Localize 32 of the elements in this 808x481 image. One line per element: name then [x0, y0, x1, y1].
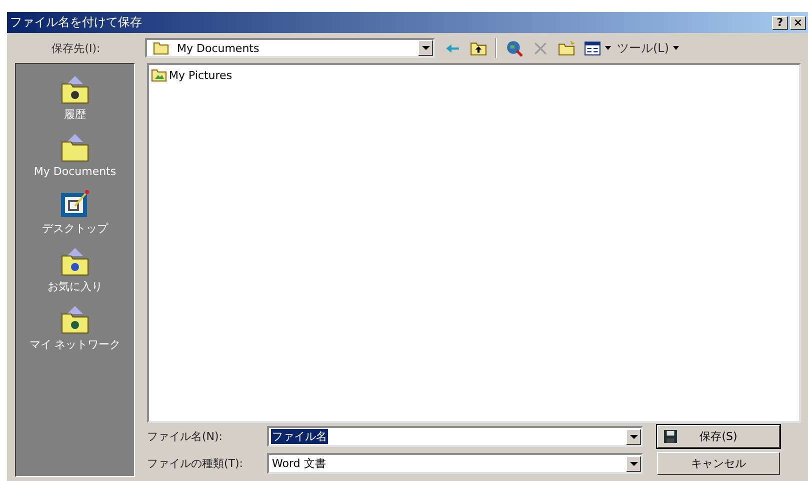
- globe-search-icon[interactable]: [506, 40, 523, 56]
- help-button[interactable]: ?: [772, 16, 788, 30]
- close-button[interactable]: ×: [790, 16, 806, 30]
- folder-icon: [151, 68, 167, 82]
- place-item[interactable]: 履歴: [59, 74, 91, 122]
- cancel-button[interactable]: キャンセル: [657, 452, 780, 475]
- desktop-icon: [59, 188, 91, 220]
- file-item[interactable]: My Pictures: [151, 68, 797, 82]
- file-name-text: ファイル名: [271, 429, 328, 444]
- place-item[interactable]: My Documents: [34, 132, 116, 178]
- save-in-label: 保存先(I):: [50, 40, 102, 56]
- network-folder-icon: [59, 304, 91, 336]
- file-name-label: ファイル名(N):: [147, 429, 224, 444]
- save-button[interactable]: 保存(S): [657, 425, 780, 448]
- place-item[interactable]: お気に入り: [48, 246, 102, 294]
- file-type-dropdown[interactable]: Word 文書: [267, 453, 643, 474]
- up-folder-icon[interactable]: [470, 40, 487, 56]
- folder-icon: [59, 246, 91, 278]
- place-item[interactable]: デスクトップ: [42, 188, 108, 236]
- location-dropdown[interactable]: My Documents: [145, 38, 435, 58]
- file-type-label: ファイルの種類(T):: [147, 456, 244, 471]
- folder-icon: [59, 74, 91, 106]
- caret-icon[interactable]: [605, 46, 611, 50]
- file-name-field[interactable]: ファイル名: [267, 426, 643, 447]
- new-folder-icon[interactable]: [558, 40, 575, 56]
- folder-icon: [153, 41, 169, 55]
- views-icon[interactable]: [584, 40, 601, 56]
- tools-menu[interactable]: ツール(L): [617, 40, 670, 56]
- caret-icon[interactable]: [673, 46, 680, 50]
- place-item[interactable]: マイ ネットワーク: [29, 304, 121, 352]
- window-title: ファイル名を付けて保存: [10, 14, 142, 31]
- folder-icon: [59, 132, 91, 164]
